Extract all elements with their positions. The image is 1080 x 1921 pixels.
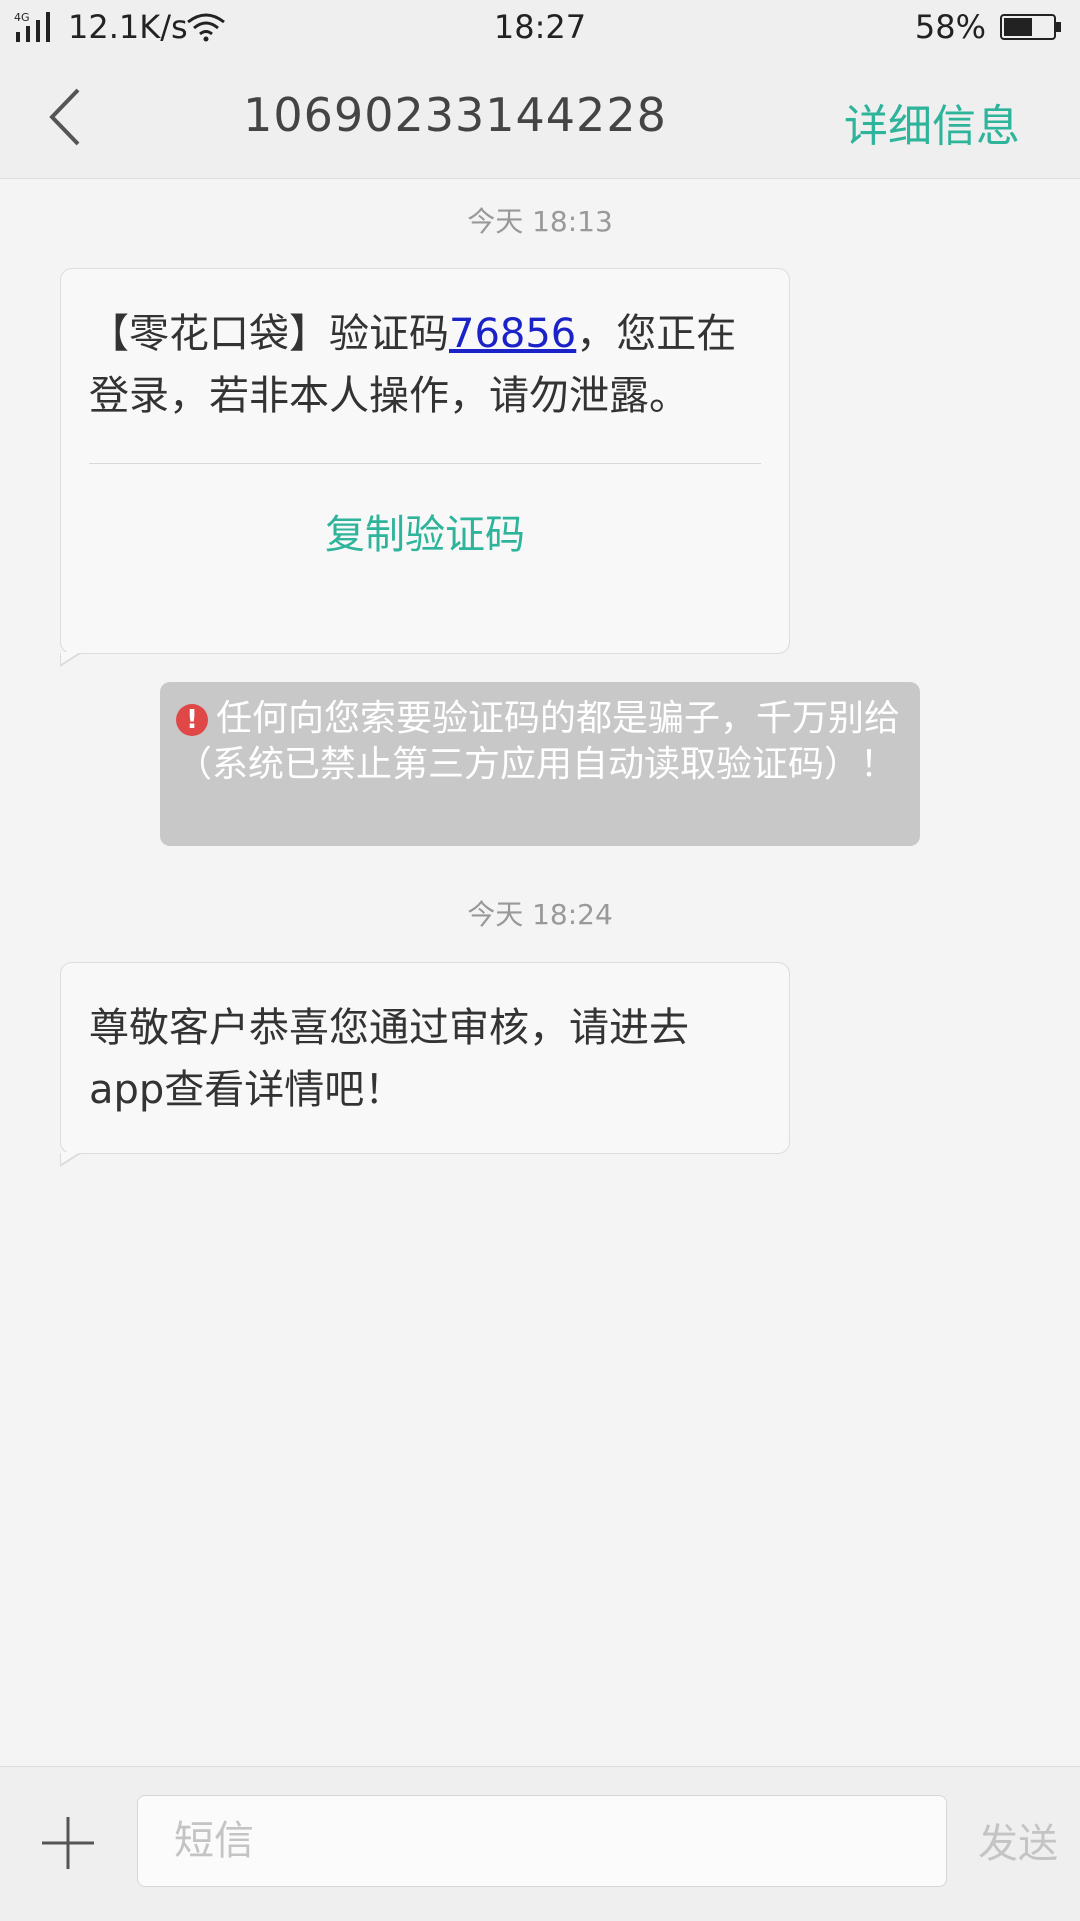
sender-number: 10690233144228 — [243, 88, 667, 142]
verification-code-link[interactable]: 76856 — [449, 311, 576, 357]
message-bubble-verification[interactable]: 【零花口袋】验证码76856，您正在登录，若非本人操作，请勿泄露。 复制验证码 — [60, 268, 790, 667]
compose-bar: 发送 — [0, 1766, 1080, 1921]
bubble-tail — [60, 1152, 82, 1167]
send-button[interactable]: 发送 — [978, 1811, 1058, 1869]
message-timestamp: 今天 18:13 — [467, 205, 613, 238]
conversation-header: 10690233144228 详细信息 — [0, 56, 1080, 179]
message-bubble-approval[interactable]: 尊敬客户恭喜您通过审核，请进去app查看详情吧！ — [60, 962, 790, 1167]
warning-text: 任何向您索要验证码的都是骗子，千万别给（系统已禁止第三方应用自动读取验证码）！ — [176, 698, 901, 785]
status-bar: 4G 12.1K/s 18:27 58% — [0, 0, 1080, 56]
message-text: 【零花口袋】验证码76856，您正在登录，若非本人操作，请勿泄露。 — [61, 269, 789, 427]
message-text-prefix: 【零花口袋】验证码 — [89, 311, 449, 357]
plus-icon[interactable] — [40, 1815, 96, 1871]
battery-icon — [1000, 14, 1061, 40]
details-button[interactable]: 详细信息 — [844, 90, 1020, 154]
message-timestamp: 今天 18:24 — [467, 898, 613, 931]
battery-percentage: 58% — [914, 8, 986, 46]
sms-input[interactable] — [137, 1795, 947, 1887]
exclamation-icon: ! — [176, 704, 208, 736]
bubble-tail — [60, 652, 82, 667]
copy-code-button[interactable]: 复制验证码 — [61, 464, 789, 560]
message-text: 尊敬客户恭喜您通过审核，请进去app查看详情吧！ — [89, 1005, 689, 1113]
fraud-warning-banner: ! 任何向您索要验证码的都是骗子，千万别给（系统已禁止第三方应用自动读取验证码）！ — [160, 682, 920, 846]
